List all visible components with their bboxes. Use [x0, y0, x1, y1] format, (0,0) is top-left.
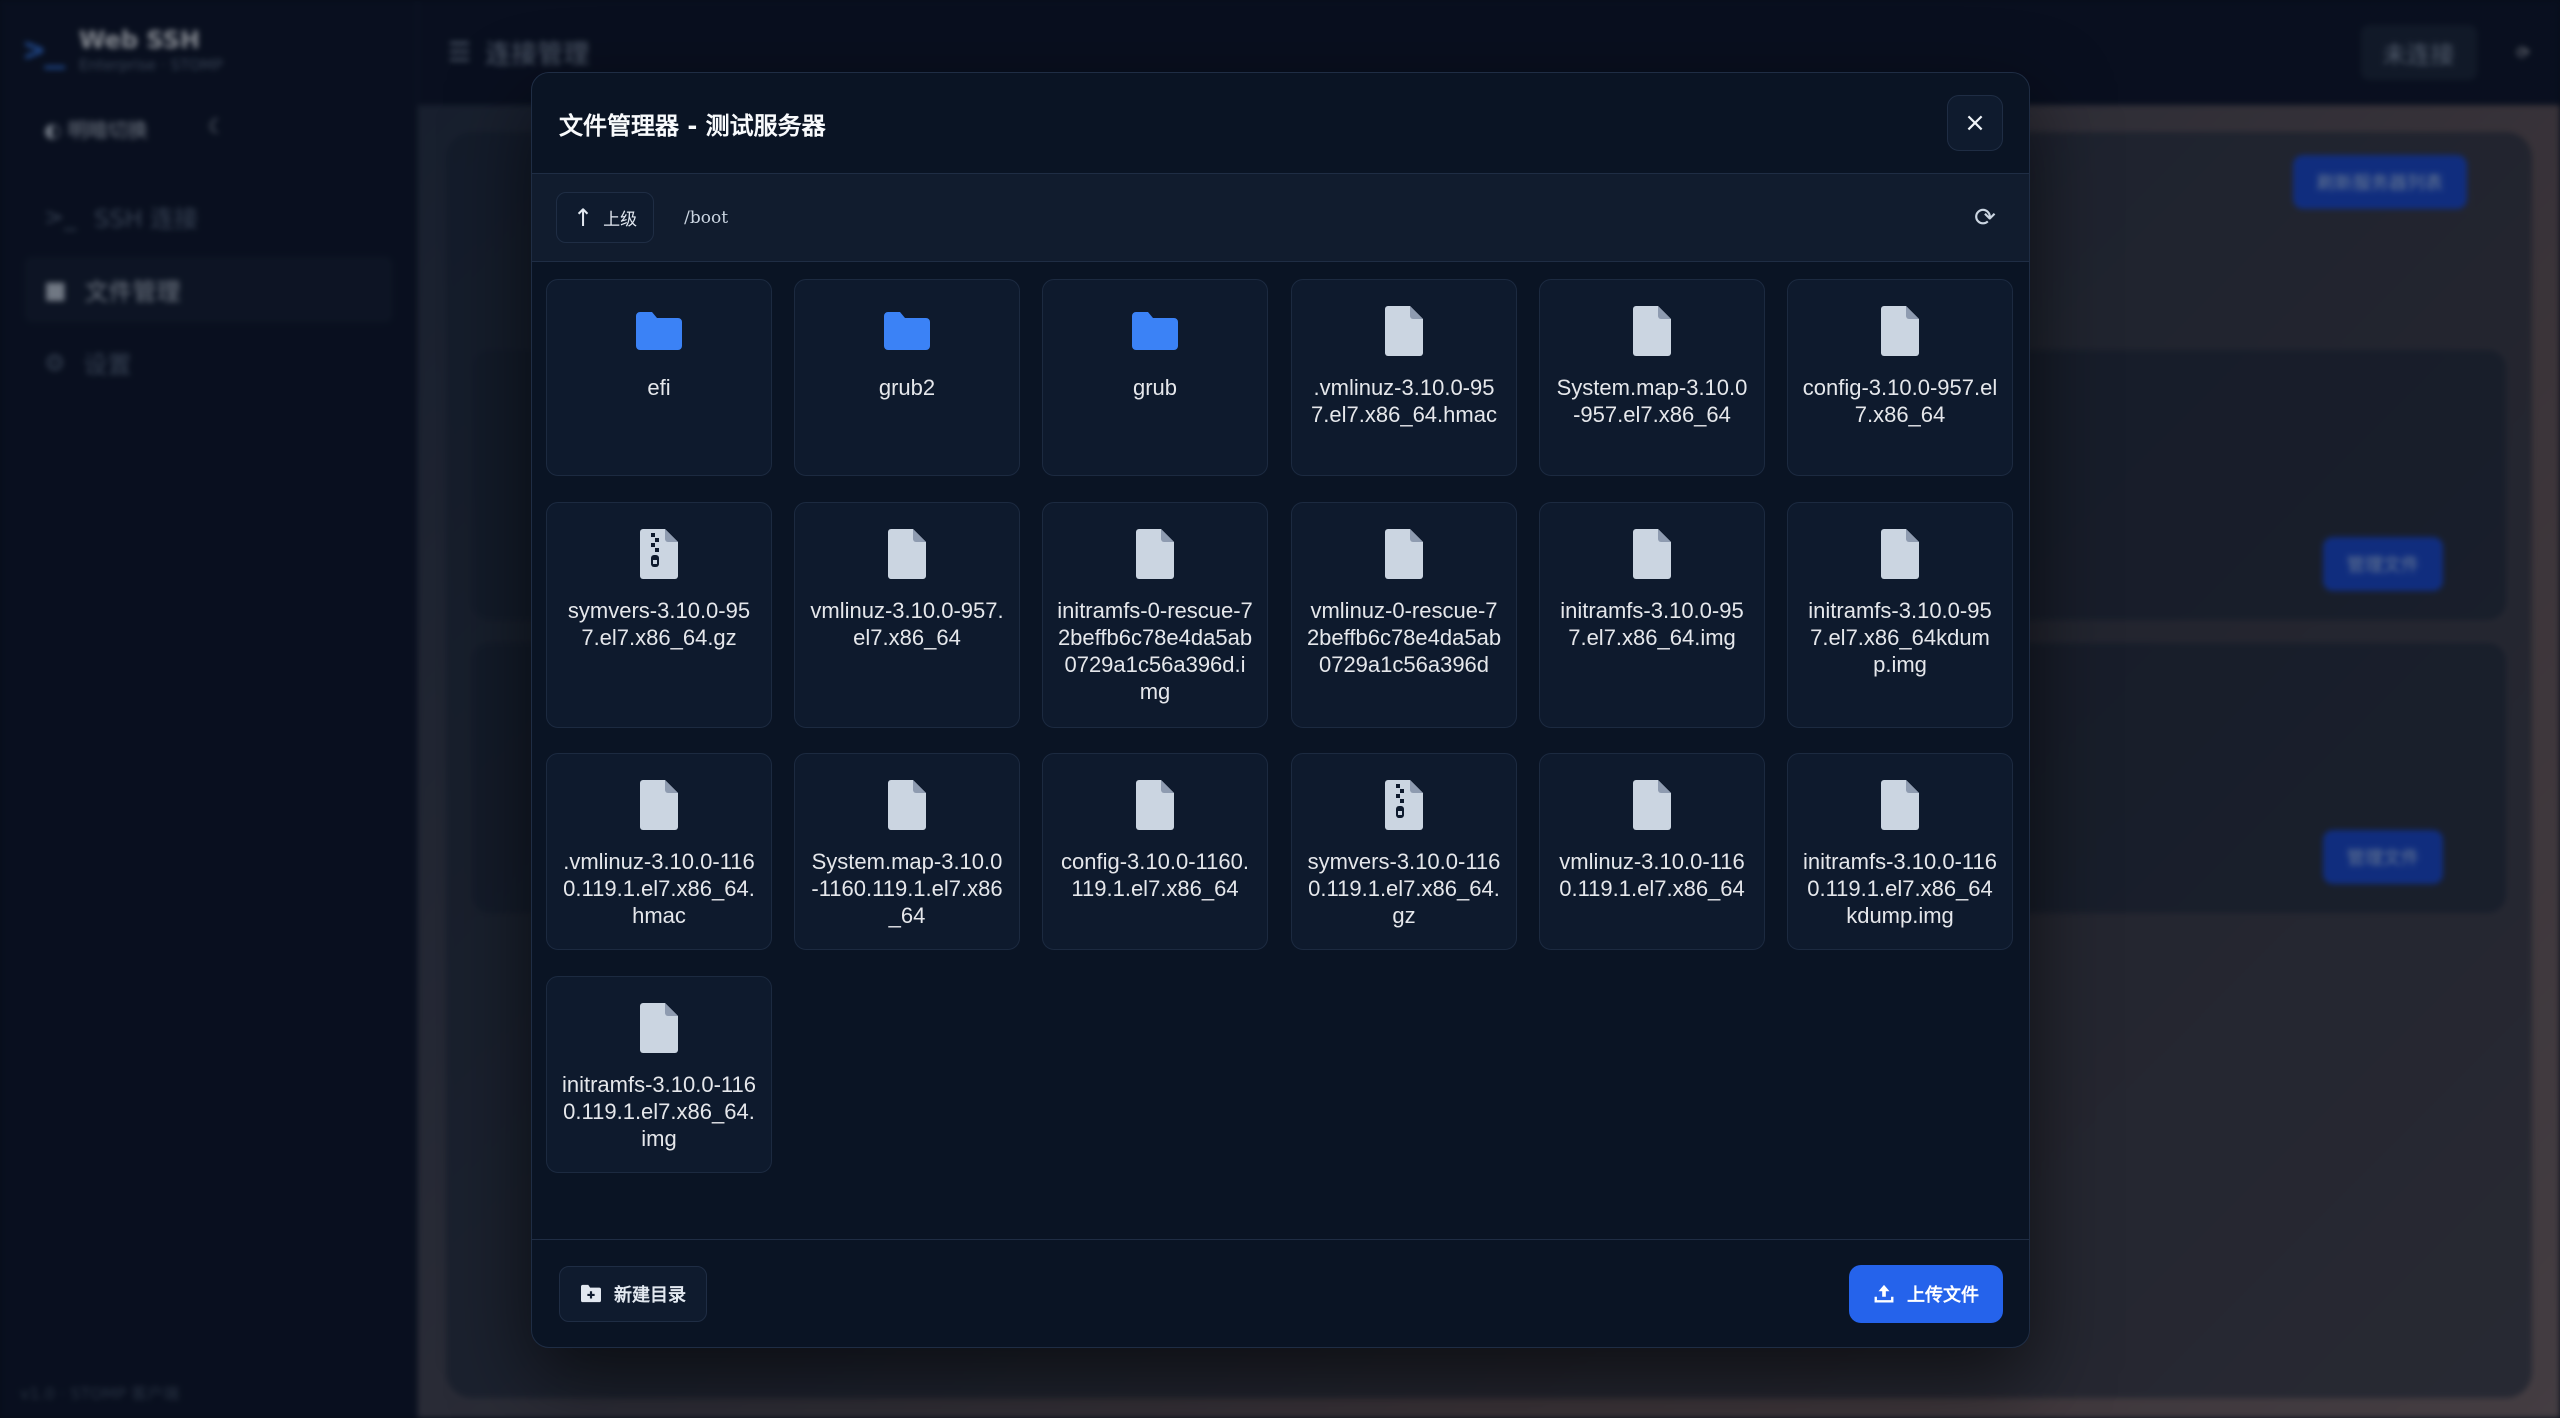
- upload-file-button[interactable]: 上传文件: [1849, 1264, 2003, 1323]
- file-tile[interactable]: vmlinuz-0-rescue-72beffb6c78e4da5ab0729a…: [1291, 502, 1517, 728]
- parent-directory-button[interactable]: ↑ 上级: [556, 192, 655, 243]
- folder-tile[interactable]: grub: [1042, 279, 1268, 476]
- file-name: .vmlinuz-3.10.0-1160.119.1.el7.x86_64.hm…: [563, 849, 755, 928]
- file-name: grub: [1132, 375, 1178, 400]
- file-icon: [882, 780, 932, 830]
- file-tile[interactable]: System.map-3.10.0-957.el7.x86_64: [1539, 279, 1765, 476]
- file-name: initramfs-3.10.0-1160.119.1.el7.x86_64kd…: [1802, 849, 1997, 928]
- file-name: initramfs-3.10.0-957.el7.x86_64.img: [1560, 598, 1744, 650]
- file-icon: [1627, 780, 1677, 830]
- file-icon: [1875, 306, 1925, 356]
- file-tile[interactable]: .vmlinuz-3.10.0-957.el7.x86_64.hmac: [1291, 279, 1517, 476]
- folder-tile[interactable]: grub2: [794, 279, 1020, 476]
- modal-header: 文件管理器 - 测试服务器 ×: [532, 73, 2029, 174]
- modal-title: 文件管理器 - 测试服务器: [559, 111, 826, 140]
- file-icon: [634, 1003, 684, 1053]
- file-name: vmlinuz-3.10.0-957.el7.x86_64: [810, 598, 1004, 650]
- file-tile[interactable]: vmlinuz-3.10.0-957.el7.x86_64: [794, 502, 1020, 728]
- file-icon: [1875, 529, 1925, 579]
- folder-plus-icon: [581, 1284, 601, 1302]
- file-tile[interactable]: initramfs-3.10.0-1160.119.1.el7.x86_64kd…: [1787, 753, 2013, 950]
- upload-file-label: 上传文件: [1907, 1284, 1979, 1306]
- file-tile[interactable]: initramfs-3.10.0-957.el7.x86_64.img: [1539, 502, 1765, 728]
- archive-file-icon: [1379, 780, 1429, 830]
- file-tile[interactable]: initramfs-3.10.0-957.el7.x86_64kdump.img: [1787, 502, 2013, 728]
- file-name: System.map-3.10.0-1160.119.1.el7.x86_64: [811, 849, 1003, 928]
- arrow-up-icon: ↑: [573, 203, 594, 232]
- close-icon[interactable]: ×: [1964, 108, 1986, 138]
- file-name: vmlinuz-0-rescue-72beffb6c78e4da5ab0729a…: [1306, 598, 1502, 677]
- current-path: /boot: [684, 207, 729, 228]
- file-tile[interactable]: System.map-3.10.0-1160.119.1.el7.x86_64: [794, 753, 1020, 950]
- archive-file-icon: [634, 529, 684, 579]
- file-tile[interactable]: config-3.10.0-957.el7.x86_64: [1787, 279, 2013, 476]
- file-name: System.map-3.10.0-957.el7.x86_64: [1556, 375, 1748, 427]
- file-icon: [1379, 306, 1429, 356]
- file-icon: [1627, 529, 1677, 579]
- new-directory-label: 新建目录: [614, 1284, 686, 1306]
- file-icon: [1379, 529, 1429, 579]
- folder-icon: [882, 306, 932, 356]
- folder-icon: [634, 306, 684, 356]
- refresh-button[interactable]: ⟳: [1961, 194, 2009, 242]
- file-manager-modal: 文件管理器 - 测试服务器 × ↑ 上级 /boot ⟳ efi grub2 gru…: [531, 72, 2030, 1348]
- file-name: initramfs-0-rescue-72beffb6c78e4da5ab072…: [1057, 598, 1253, 704]
- file-tile[interactable]: initramfs-3.10.0-1160.119.1.el7.x86_64.i…: [546, 976, 772, 1173]
- file-icon: [1627, 306, 1677, 356]
- file-icon: [1130, 529, 1180, 579]
- path-toolbar: ↑ 上级 /boot ⟳: [532, 174, 2029, 262]
- file-tile[interactable]: vmlinuz-3.10.0-1160.119.1.el7.x86_64: [1539, 753, 1765, 950]
- file-name: initramfs-3.10.0-957.el7.x86_64kdump.img: [1808, 598, 1992, 677]
- modal-footer: 新建目录 上传文件: [532, 1239, 2029, 1347]
- file-name: config-3.10.0-1160.119.1.el7.x86_64: [1061, 849, 1249, 901]
- file-name: config-3.10.0-957.el7.x86_64: [1802, 375, 1998, 427]
- folder-tile[interactable]: efi: [546, 279, 772, 476]
- file-name: symvers-3.10.0-957.el7.x86_64.gz: [567, 598, 751, 650]
- file-name: initramfs-3.10.0-1160.119.1.el7.x86_64.i…: [561, 1072, 756, 1151]
- file-icon: [1130, 780, 1180, 830]
- new-directory-button[interactable]: 新建目录: [559, 1265, 707, 1322]
- file-icon: [882, 529, 932, 579]
- upload-icon: [1874, 1284, 1894, 1303]
- file-name: vmlinuz-3.10.0-1160.119.1.el7.x86_64: [1559, 849, 1745, 901]
- file-tile[interactable]: symvers-3.10.0-1160.119.1.el7.x86_64.gz: [1291, 753, 1517, 950]
- file-name: symvers-3.10.0-1160.119.1.el7.x86_64.gz: [1307, 849, 1501, 928]
- file-icon: [634, 780, 684, 830]
- file-tile[interactable]: symvers-3.10.0-957.el7.x86_64.gz: [546, 502, 772, 728]
- file-tile[interactable]: initramfs-0-rescue-72beffb6c78e4da5ab072…: [1042, 502, 1268, 728]
- file-tile[interactable]: .vmlinuz-3.10.0-1160.119.1.el7.x86_64.hm…: [546, 753, 772, 950]
- file-tile[interactable]: config-3.10.0-1160.119.1.el7.x86_64: [1042, 753, 1268, 950]
- file-name: .vmlinuz-3.10.0-957.el7.x86_64.hmac: [1311, 375, 1497, 427]
- parent-directory-label: 上级: [603, 210, 638, 230]
- file-name: efi: [647, 375, 671, 400]
- folder-icon: [1130, 306, 1180, 356]
- refresh-icon[interactable]: ⟳: [1974, 203, 1996, 233]
- file-icon: [1875, 780, 1925, 830]
- close-button[interactable]: ×: [1947, 95, 2003, 151]
- file-name: grub2: [878, 375, 936, 400]
